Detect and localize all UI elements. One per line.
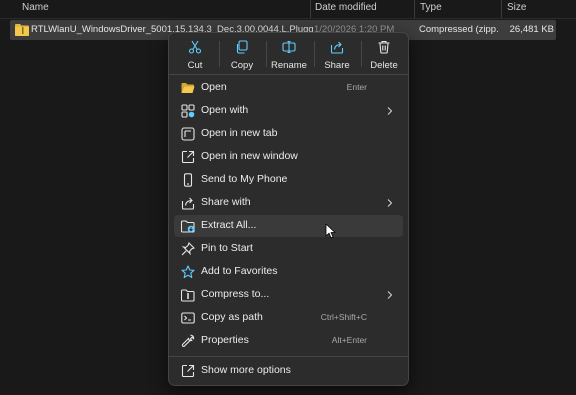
menu-item-open-new-tab[interactable]: Open in new tab (174, 123, 403, 145)
context-menu: Cut Copy Rename Share Delete Open Enter … (168, 32, 409, 386)
column-type[interactable]: Type (420, 2, 442, 13)
menu-item-compress-to[interactable]: Compress to... (174, 284, 403, 306)
new-window-icon (181, 150, 195, 164)
file-type: Compressed (zipp... (419, 24, 499, 35)
menu-item-share-with[interactable]: Share with (174, 192, 403, 214)
menu-item-label: Share with (201, 196, 251, 208)
menu-item-label: Pin to Start (201, 242, 253, 254)
menu-item-label: Open in new window (201, 150, 298, 162)
copy-icon (236, 40, 248, 54)
pin-icon (181, 242, 195, 256)
menu-item-label: Properties (201, 334, 249, 346)
share-button[interactable]: Share (315, 36, 359, 72)
menu-item-properties[interactable]: Properties Alt+Enter (174, 330, 403, 352)
share-icon (330, 41, 344, 54)
quick-actions-bar: Cut Copy Rename Share Delete (169, 33, 408, 73)
share-with-icon (181, 197, 195, 210)
menu-item-open-with[interactable]: Open with (174, 100, 403, 122)
more-options-icon (181, 364, 195, 378)
delete-label: Delete (370, 60, 398, 71)
column-divider[interactable] (414, 0, 415, 18)
menu-divider (169, 356, 408, 357)
cut-label: Cut (187, 60, 203, 71)
menu-item-label: Send to My Phone (201, 173, 288, 185)
cut-button[interactable]: Cut (173, 36, 217, 72)
menu-item-label: Open with (201, 104, 249, 116)
menu-item-label: Add to Favorites (201, 265, 278, 277)
copy-label: Copy (230, 60, 254, 71)
column-size[interactable]: Size (507, 2, 526, 13)
menu-item-show-more-options[interactable]: Show more options (174, 360, 403, 382)
star-icon (181, 265, 195, 279)
column-header: Name Date modified Type Size (0, 0, 576, 19)
column-name[interactable]: Name (22, 2, 49, 13)
chevron-right-icon (387, 107, 393, 115)
share-label: Share (324, 60, 350, 71)
phone-icon (183, 173, 193, 187)
menu-item-label: Open (201, 81, 227, 93)
rename-button[interactable]: Rename (267, 36, 311, 72)
menu-item-label: Open in new tab (201, 127, 278, 139)
menu-item-shortcut: Enter (346, 82, 367, 92)
menu-item-open-new-window[interactable]: Open in new window (174, 146, 403, 168)
zip-folder-icon (15, 24, 29, 36)
extract-icon (181, 220, 195, 233)
menu-item-add-to-favorites[interactable]: Add to Favorites (174, 261, 403, 283)
menu-item-send-to-phone[interactable]: Send to My Phone (174, 169, 403, 191)
menu-item-label: Extract All... (201, 219, 257, 231)
menu-item-label: Copy as path (201, 311, 263, 323)
menu-divider (169, 74, 408, 75)
new-tab-icon (181, 127, 195, 141)
mouse-cursor-icon (325, 223, 336, 239)
rename-icon (282, 40, 296, 54)
menu-item-shortcut: Ctrl+Shift+C (320, 312, 367, 322)
copy-path-icon (181, 312, 195, 324)
properties-icon (181, 334, 195, 348)
menu-item-label: Show more options (201, 364, 291, 376)
menu-item-extract-all[interactable]: Extract All... (174, 215, 403, 237)
menu-item-pin-to-start[interactable]: Pin to Start (174, 238, 403, 260)
copy-button[interactable]: Copy (220, 36, 264, 72)
column-date-modified[interactable]: Date modified (315, 2, 377, 13)
menu-item-copy-as-path[interactable]: Copy as path Ctrl+Shift+C (174, 307, 403, 329)
file-size: 26,481 KB (509, 24, 554, 35)
rename-label: Rename (271, 60, 307, 71)
compress-icon (181, 289, 195, 302)
menu-item-shortcut: Alt+Enter (331, 335, 367, 345)
open-with-icon (181, 104, 195, 118)
delete-button[interactable]: Delete (362, 36, 406, 72)
menu-item-label: Compress to... (201, 288, 270, 300)
cut-icon (188, 40, 202, 54)
folder-open-icon (181, 83, 195, 93)
menu-item-open[interactable]: Open Enter (174, 77, 403, 99)
column-divider[interactable] (501, 0, 502, 18)
chevron-right-icon (387, 291, 393, 299)
column-divider[interactable] (310, 0, 311, 18)
chevron-right-icon (387, 199, 393, 207)
delete-icon (378, 40, 390, 54)
